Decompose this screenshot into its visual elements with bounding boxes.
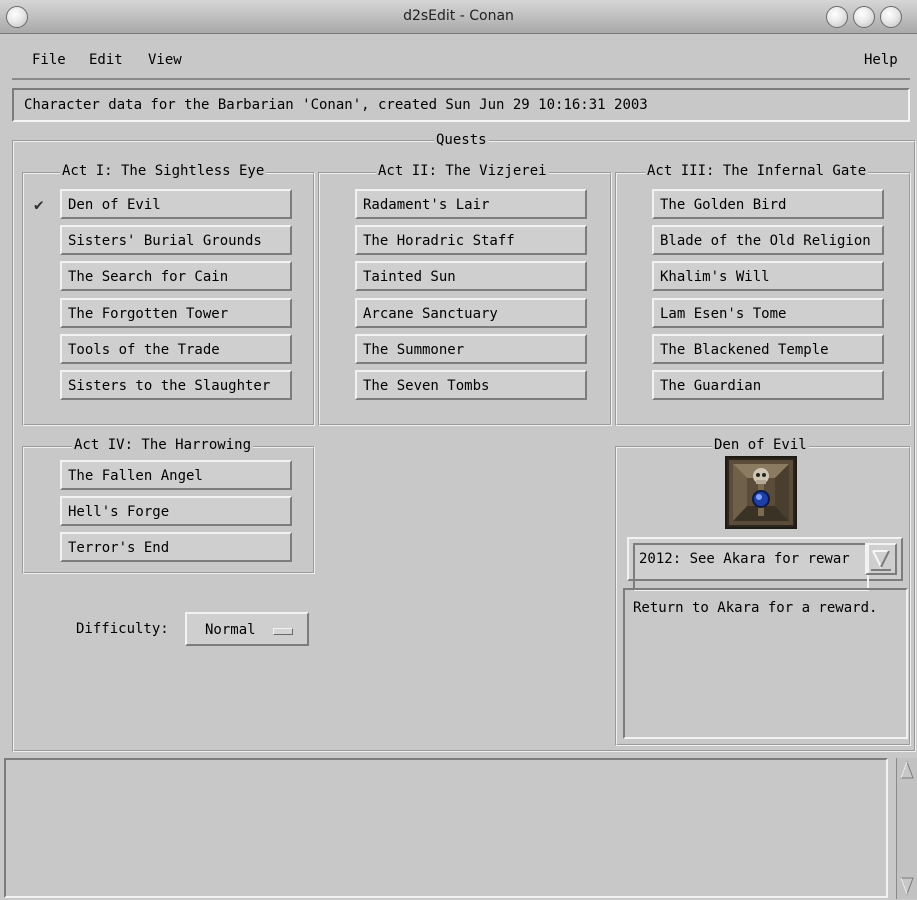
act3-title: Act III: The Infernal Gate bbox=[645, 163, 869, 179]
option-menu-indicator-icon bbox=[273, 628, 293, 635]
quest-button-tainted-sun[interactable]: Tainted Sun bbox=[355, 261, 587, 291]
quest-button-blade-of-the-old-religion[interactable]: Blade of the Old Religion bbox=[652, 225, 884, 255]
quest-button-golden-bird[interactable]: The Golden Bird bbox=[652, 189, 884, 219]
menu-file[interactable]: File bbox=[32, 52, 66, 68]
quest-button-hells-forge[interactable]: Hell's Forge bbox=[60, 496, 292, 526]
difficulty-label: Difficulty: bbox=[76, 621, 169, 637]
scroll-up-arrow-icon[interactable] bbox=[899, 760, 915, 780]
quest-button-the-guardian[interactable]: The Guardian bbox=[652, 370, 884, 400]
close-button[interactable] bbox=[880, 6, 902, 28]
quest-button-seven-tombs[interactable]: The Seven Tombs bbox=[355, 370, 587, 400]
difficulty-value: Normal bbox=[205, 622, 256, 638]
character-info-bar: Character data for the Barbarian 'Conan'… bbox=[12, 88, 910, 122]
quest-button-terrors-end[interactable]: Terror's End bbox=[60, 532, 292, 562]
quest-status-value[interactable]: 2012: See Akara for rewar bbox=[633, 543, 869, 591]
act1-title: Act I: The Sightless Eye bbox=[60, 163, 267, 179]
quests-frame-title: Quests bbox=[434, 132, 489, 148]
menu-edit[interactable]: Edit bbox=[89, 52, 123, 68]
quest-button-sisters-burial-grounds[interactable]: Sisters' Burial Grounds bbox=[60, 225, 292, 255]
act2-title: Act II: The Vizjerei bbox=[376, 163, 549, 179]
quest-button-radaments-lair[interactable]: Radament's Lair bbox=[355, 189, 587, 219]
chevron-down-icon[interactable] bbox=[865, 543, 897, 575]
quest-button-forgotten-tower[interactable]: The Forgotten Tower bbox=[60, 298, 292, 328]
difficulty-select[interactable]: Normal bbox=[185, 612, 309, 646]
menu-bar bbox=[12, 40, 910, 80]
quest-button-tools-of-the-trade[interactable]: Tools of the Trade bbox=[60, 334, 292, 364]
quest-button-khalims-will[interactable]: Khalim's Will bbox=[652, 261, 884, 291]
scroll-down-arrow-icon[interactable] bbox=[899, 876, 915, 896]
maximize-button[interactable] bbox=[853, 6, 875, 28]
window-title: d2sEdit - Conan bbox=[403, 8, 514, 24]
quest-button-search-for-cain[interactable]: The Search for Cain bbox=[60, 261, 292, 291]
minimize-button[interactable] bbox=[826, 6, 848, 28]
quest-button-the-summoner[interactable]: The Summoner bbox=[355, 334, 587, 364]
check-icon: ✔ bbox=[34, 195, 44, 214]
log-scrollbar[interactable] bbox=[896, 758, 917, 899]
quest-button-horadric-staff[interactable]: The Horadric Staff bbox=[355, 225, 587, 255]
menu-view[interactable]: View bbox=[148, 52, 182, 68]
quest-button-den-of-evil[interactable]: Den of Evil bbox=[60, 189, 292, 219]
quest-button-arcane-sanctuary[interactable]: Arcane Sanctuary bbox=[355, 298, 587, 328]
log-textarea[interactable] bbox=[4, 758, 888, 898]
quest-status-select[interactable]: 2012: See Akara for rewar bbox=[627, 537, 903, 591]
menu-help[interactable]: Help bbox=[864, 52, 898, 68]
quest-button-blackened-temple[interactable]: The Blackened Temple bbox=[652, 334, 884, 364]
quest-detail-title: Den of Evil bbox=[712, 437, 809, 453]
quest-button-lam-esens-tome[interactable]: Lam Esen's Tome bbox=[652, 298, 884, 328]
quest-icon bbox=[725, 456, 797, 529]
quest-button-sisters-to-the-slaughter[interactable]: Sisters to the Slaughter bbox=[60, 370, 292, 400]
act4-title: Act IV: The Harrowing bbox=[72, 437, 254, 453]
quest-description: Return to Akara for a reward. bbox=[623, 588, 908, 739]
quest-button-fallen-angel[interactable]: The Fallen Angel bbox=[60, 460, 292, 490]
